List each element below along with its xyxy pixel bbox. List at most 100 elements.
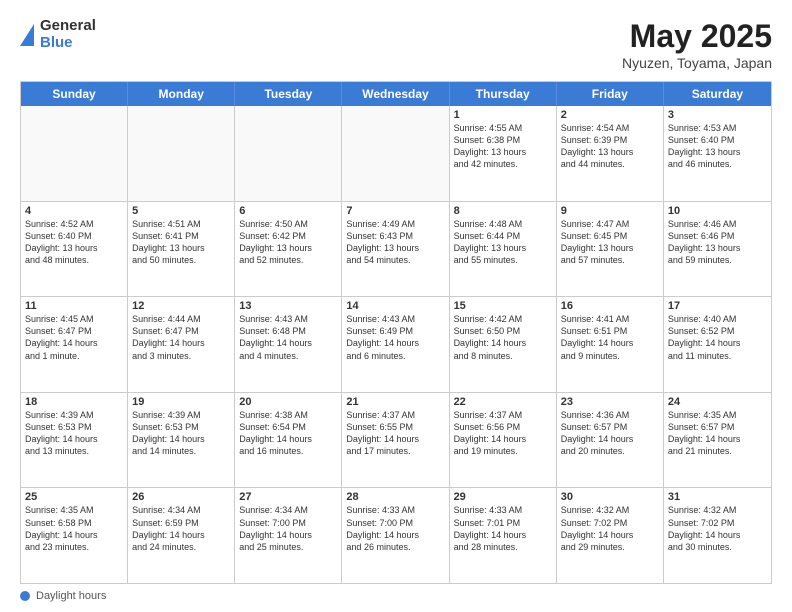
day-num-7: 7 (346, 205, 444, 217)
day-num-1: 1 (454, 109, 552, 121)
cal-cell-11: 11Sunrise: 4:45 AM Sunset: 6:47 PM Dayli… (21, 297, 128, 392)
cal-cell-27: 27Sunrise: 4:34 AM Sunset: 7:00 PM Dayli… (235, 488, 342, 583)
day-num-13: 13 (239, 300, 337, 312)
cell-text-9: Sunrise: 4:47 AM Sunset: 6:45 PM Dayligh… (561, 218, 659, 267)
cal-cell-28: 28Sunrise: 4:33 AM Sunset: 7:00 PM Dayli… (342, 488, 449, 583)
day-num-30: 30 (561, 491, 659, 503)
cell-text-30: Sunrise: 4:32 AM Sunset: 7:02 PM Dayligh… (561, 504, 659, 553)
header-day-thursday: Thursday (450, 82, 557, 106)
header-day-saturday: Saturday (664, 82, 771, 106)
subtitle: Nyuzen, Toyama, Japan (622, 55, 772, 71)
day-num-25: 25 (25, 491, 123, 503)
main-title: May 2025 (622, 18, 772, 55)
cal-cell-empty (128, 106, 235, 201)
footer-dot-icon (20, 591, 30, 601)
cell-text-31: Sunrise: 4:32 AM Sunset: 7:02 PM Dayligh… (668, 504, 767, 553)
cal-cell-empty (342, 106, 449, 201)
cal-cell-17: 17Sunrise: 4:40 AM Sunset: 6:52 PM Dayli… (664, 297, 771, 392)
cal-cell-30: 30Sunrise: 4:32 AM Sunset: 7:02 PM Dayli… (557, 488, 664, 583)
calendar: SundayMondayTuesdayWednesdayThursdayFrid… (20, 81, 772, 584)
logo-text: General Blue (40, 18, 96, 51)
cal-cell-22: 22Sunrise: 4:37 AM Sunset: 6:56 PM Dayli… (450, 393, 557, 488)
cell-text-16: Sunrise: 4:41 AM Sunset: 6:51 PM Dayligh… (561, 313, 659, 362)
header-day-monday: Monday (128, 82, 235, 106)
cell-text-6: Sunrise: 4:50 AM Sunset: 6:42 PM Dayligh… (239, 218, 337, 267)
cal-cell-6: 6Sunrise: 4:50 AM Sunset: 6:42 PM Daylig… (235, 202, 342, 297)
cell-text-7: Sunrise: 4:49 AM Sunset: 6:43 PM Dayligh… (346, 218, 444, 267)
cell-text-8: Sunrise: 4:48 AM Sunset: 6:44 PM Dayligh… (454, 218, 552, 267)
day-num-4: 4 (25, 205, 123, 217)
day-num-10: 10 (668, 205, 767, 217)
cal-cell-29: 29Sunrise: 4:33 AM Sunset: 7:01 PM Dayli… (450, 488, 557, 583)
day-num-9: 9 (561, 205, 659, 217)
day-num-26: 26 (132, 491, 230, 503)
day-num-24: 24 (668, 396, 767, 408)
day-num-8: 8 (454, 205, 552, 217)
cell-text-12: Sunrise: 4:44 AM Sunset: 6:47 PM Dayligh… (132, 313, 230, 362)
day-num-21: 21 (346, 396, 444, 408)
cal-cell-25: 25Sunrise: 4:35 AM Sunset: 6:58 PM Dayli… (21, 488, 128, 583)
cell-text-14: Sunrise: 4:43 AM Sunset: 6:49 PM Dayligh… (346, 313, 444, 362)
cal-cell-8: 8Sunrise: 4:48 AM Sunset: 6:44 PM Daylig… (450, 202, 557, 297)
day-num-18: 18 (25, 396, 123, 408)
day-num-3: 3 (668, 109, 767, 121)
title-area: May 2025 Nyuzen, Toyama, Japan (622, 18, 772, 71)
cell-text-10: Sunrise: 4:46 AM Sunset: 6:46 PM Dayligh… (668, 218, 767, 267)
cal-cell-12: 12Sunrise: 4:44 AM Sunset: 6:47 PM Dayli… (128, 297, 235, 392)
day-num-6: 6 (239, 205, 337, 217)
cal-cell-23: 23Sunrise: 4:36 AM Sunset: 6:57 PM Dayli… (557, 393, 664, 488)
cal-cell-19: 19Sunrise: 4:39 AM Sunset: 6:53 PM Dayli… (128, 393, 235, 488)
cell-text-11: Sunrise: 4:45 AM Sunset: 6:47 PM Dayligh… (25, 313, 123, 362)
header-day-wednesday: Wednesday (342, 82, 449, 106)
cell-text-20: Sunrise: 4:38 AM Sunset: 6:54 PM Dayligh… (239, 409, 337, 458)
day-num-19: 19 (132, 396, 230, 408)
cal-cell-14: 14Sunrise: 4:43 AM Sunset: 6:49 PM Dayli… (342, 297, 449, 392)
day-num-15: 15 (454, 300, 552, 312)
cal-row-1: 4Sunrise: 4:52 AM Sunset: 6:40 PM Daylig… (21, 202, 771, 298)
calendar-body: 1Sunrise: 4:55 AM Sunset: 6:38 PM Daylig… (21, 106, 771, 583)
day-num-2: 2 (561, 109, 659, 121)
cal-cell-1: 1Sunrise: 4:55 AM Sunset: 6:38 PM Daylig… (450, 106, 557, 201)
day-num-17: 17 (668, 300, 767, 312)
logo-line1: General (40, 18, 96, 35)
day-num-29: 29 (454, 491, 552, 503)
cal-cell-empty (235, 106, 342, 201)
cell-text-27: Sunrise: 4:34 AM Sunset: 7:00 PM Dayligh… (239, 504, 337, 553)
cal-row-0: 1Sunrise: 4:55 AM Sunset: 6:38 PM Daylig… (21, 106, 771, 202)
cell-text-13: Sunrise: 4:43 AM Sunset: 6:48 PM Dayligh… (239, 313, 337, 362)
day-num-12: 12 (132, 300, 230, 312)
cell-text-23: Sunrise: 4:36 AM Sunset: 6:57 PM Dayligh… (561, 409, 659, 458)
cal-row-4: 25Sunrise: 4:35 AM Sunset: 6:58 PM Dayli… (21, 488, 771, 583)
cal-cell-9: 9Sunrise: 4:47 AM Sunset: 6:45 PM Daylig… (557, 202, 664, 297)
cell-text-5: Sunrise: 4:51 AM Sunset: 6:41 PM Dayligh… (132, 218, 230, 267)
cell-text-22: Sunrise: 4:37 AM Sunset: 6:56 PM Dayligh… (454, 409, 552, 458)
cell-text-21: Sunrise: 4:37 AM Sunset: 6:55 PM Dayligh… (346, 409, 444, 458)
cell-text-15: Sunrise: 4:42 AM Sunset: 6:50 PM Dayligh… (454, 313, 552, 362)
cal-cell-20: 20Sunrise: 4:38 AM Sunset: 6:54 PM Dayli… (235, 393, 342, 488)
cell-text-28: Sunrise: 4:33 AM Sunset: 7:00 PM Dayligh… (346, 504, 444, 553)
day-num-22: 22 (454, 396, 552, 408)
cal-cell-10: 10Sunrise: 4:46 AM Sunset: 6:46 PM Dayli… (664, 202, 771, 297)
cell-text-1: Sunrise: 4:55 AM Sunset: 6:38 PM Dayligh… (454, 122, 552, 171)
footer-label: Daylight hours (36, 590, 106, 602)
cal-cell-5: 5Sunrise: 4:51 AM Sunset: 6:41 PM Daylig… (128, 202, 235, 297)
cell-text-19: Sunrise: 4:39 AM Sunset: 6:53 PM Dayligh… (132, 409, 230, 458)
cal-cell-24: 24Sunrise: 4:35 AM Sunset: 6:57 PM Dayli… (664, 393, 771, 488)
header: General Blue May 2025 Nyuzen, Toyama, Ja… (20, 18, 772, 71)
header-day-tuesday: Tuesday (235, 82, 342, 106)
cell-text-29: Sunrise: 4:33 AM Sunset: 7:01 PM Dayligh… (454, 504, 552, 553)
footer: Daylight hours (20, 590, 772, 602)
day-num-16: 16 (561, 300, 659, 312)
cal-cell-26: 26Sunrise: 4:34 AM Sunset: 6:59 PM Dayli… (128, 488, 235, 583)
logo-triangle-icon (20, 24, 34, 46)
cell-text-26: Sunrise: 4:34 AM Sunset: 6:59 PM Dayligh… (132, 504, 230, 553)
day-num-28: 28 (346, 491, 444, 503)
logo: General Blue (20, 18, 96, 51)
cal-cell-13: 13Sunrise: 4:43 AM Sunset: 6:48 PM Dayli… (235, 297, 342, 392)
header-day-friday: Friday (557, 82, 664, 106)
cal-cell-empty (21, 106, 128, 201)
day-num-27: 27 (239, 491, 337, 503)
day-num-31: 31 (668, 491, 767, 503)
cal-cell-3: 3Sunrise: 4:53 AM Sunset: 6:40 PM Daylig… (664, 106, 771, 201)
cal-cell-21: 21Sunrise: 4:37 AM Sunset: 6:55 PM Dayli… (342, 393, 449, 488)
